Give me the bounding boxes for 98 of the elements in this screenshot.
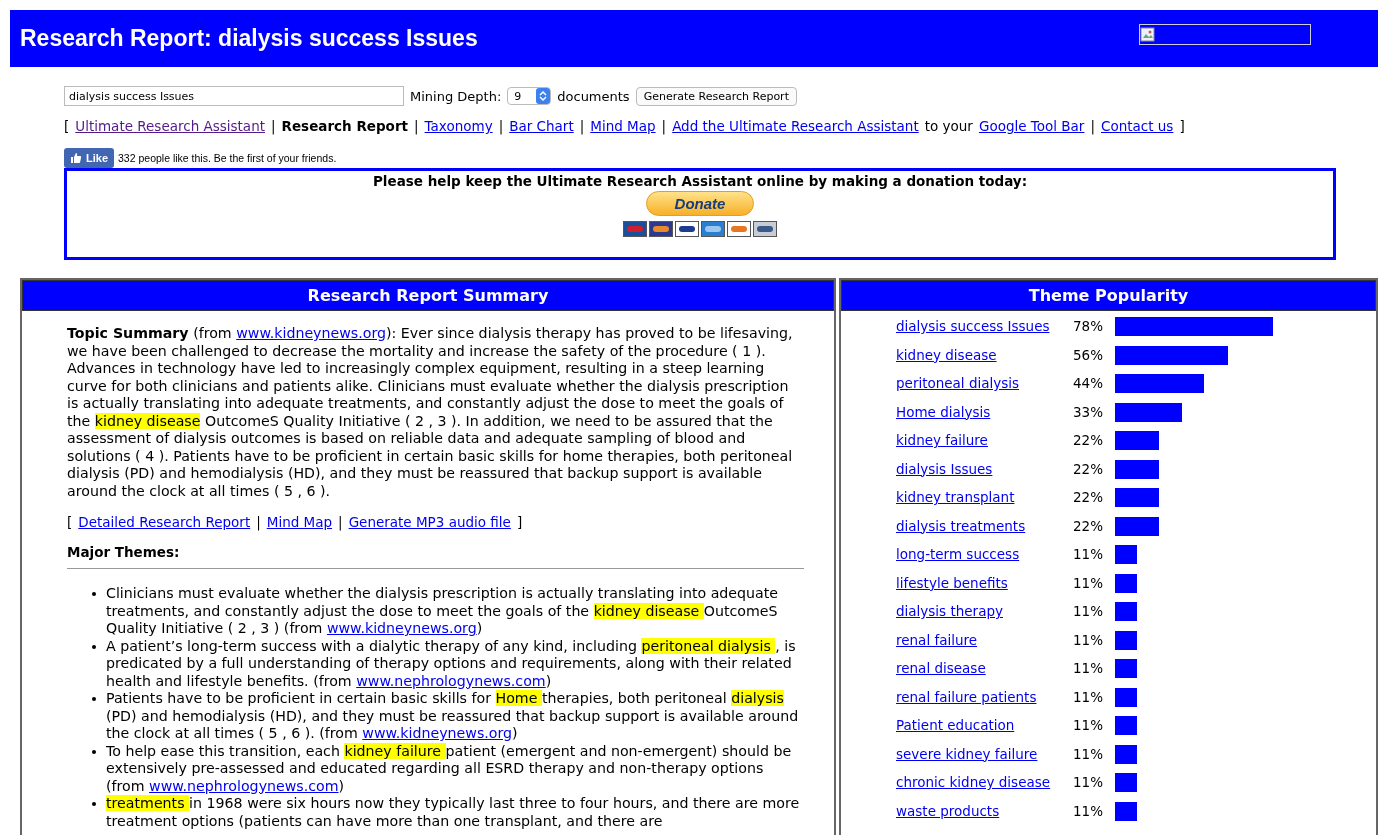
theme-text: Clinicians must evaluate whether the dialysis prescription is actually translating into adequate treatments, and constantly adjust the dose to meet the goals of the kidney disease OutcomeS Quality Initiative ( 2 , 3 ) (from www.kidneynews.org) xyxy=(106,585,780,638)
source-link[interactable]: www.kidneynews.org xyxy=(326,620,477,636)
separator-text: | xyxy=(271,118,276,134)
nav-link[interactable]: Ultimate Research Assistant xyxy=(75,118,265,134)
bullet-icon xyxy=(92,749,96,754)
separator-text: | xyxy=(256,514,261,530)
theme-link[interactable]: waste products xyxy=(896,802,1000,820)
theme-link[interactable]: dialysis success Issues xyxy=(896,318,1050,335)
percent-text: 78% xyxy=(1073,318,1103,334)
nav-link[interactable]: Add the Ultimate Research Assistant xyxy=(672,118,919,134)
thumbs-up-icon xyxy=(70,152,82,164)
nav-link[interactable]: Contact us xyxy=(1101,118,1174,134)
separator-text: | xyxy=(414,118,419,134)
separator-text: | xyxy=(1090,118,1095,134)
field-label: Mining Depth: xyxy=(410,88,502,104)
payment-card-icon xyxy=(701,221,725,237)
payment-card-icon xyxy=(649,221,673,237)
separator-text: [ xyxy=(67,514,73,530)
percent-text: 11% xyxy=(1073,603,1103,619)
theme-link[interactable]: renal failure xyxy=(896,631,978,649)
percent-text: 22% xyxy=(1073,517,1103,534)
separator-text: | xyxy=(661,118,667,134)
donate-button[interactable]: Donate xyxy=(645,191,755,216)
generate-button[interactable]: Generate Research Report xyxy=(635,86,797,106)
bullet-icon xyxy=(92,644,96,649)
donation-message: Please help keep the Ultimate Research Assistant online by making a donation today: xyxy=(372,173,1028,189)
theme-link[interactable]: dialysis therapy xyxy=(896,603,1003,620)
percent-text: 11% xyxy=(1073,717,1103,733)
percent-text: 11% xyxy=(1073,546,1103,562)
nav-link[interactable]: Google Tool Bar xyxy=(978,118,1085,134)
separator-text: ] xyxy=(516,514,523,530)
payment-card-icon xyxy=(753,221,777,237)
source-link[interactable]: www.kidneynews.org xyxy=(362,725,513,741)
stepper-icon xyxy=(536,88,551,104)
percent-text: 11% xyxy=(1073,631,1103,648)
theme-link[interactable]: Patient education xyxy=(896,717,1015,734)
section-heading: Major Themes: xyxy=(67,544,181,560)
separator-text: | xyxy=(498,118,504,134)
report-link[interactable]: Mind Map xyxy=(266,514,333,530)
percent-text: 22% xyxy=(1073,489,1103,505)
nav-text: to your xyxy=(924,118,973,134)
percent-text: 11% xyxy=(1073,802,1103,819)
theme-link[interactable]: renal failure patients xyxy=(896,688,1037,706)
like-button[interactable]: Like xyxy=(64,148,114,168)
theme-link[interactable]: kidney transplant xyxy=(896,489,1015,506)
search-field[interactable]: dialysis success Issues xyxy=(64,86,404,106)
theme-link[interactable]: dialysis Issues xyxy=(896,460,993,478)
theme-link[interactable]: kidney disease xyxy=(896,346,997,364)
like-count-text: 332 people like this. Be the first of your friends. xyxy=(118,152,337,164)
source-link[interactable]: www.nephrologynews.com xyxy=(356,672,546,689)
theme-link[interactable]: peritoneal dialysis xyxy=(896,375,1020,392)
source-link[interactable]: www.nephrologynews.com xyxy=(149,777,339,794)
theme-text: To help ease this transition, each kidney failure patient (emergent and non-emergent) should be extensively pre-assessed and educated regarding all ESRD therapy and non-therapy options (from www.nephrologynews.com) xyxy=(106,742,793,795)
separator-text: [ xyxy=(64,118,70,134)
percent-text: 11% xyxy=(1073,660,1103,676)
bullet-icon xyxy=(92,802,96,806)
percent-text: 11% xyxy=(1073,774,1103,790)
theme-text: treatments in 1968 were six hours now they typically last three to four hours, and there are more treatment options (patients can have more than one transplant, and there are xyxy=(106,795,801,830)
depth-select[interactable]: 9 xyxy=(507,87,552,105)
report-link[interactable]: Detailed Research Report xyxy=(78,514,251,530)
source-link[interactable]: www.kidneynews.org xyxy=(236,325,386,341)
theme-link[interactable]: lifestyle benefits xyxy=(896,574,1008,592)
percent-text: 33% xyxy=(1073,403,1103,420)
percent-text: 56% xyxy=(1073,346,1103,363)
current-page-label: Research Report xyxy=(281,118,408,134)
theme-link[interactable]: long-term success xyxy=(896,546,1020,563)
separator-text: | xyxy=(338,514,343,530)
nav-link[interactable]: Mind Map xyxy=(590,118,656,134)
percent-text: 22% xyxy=(1073,460,1103,477)
percent-text: 22% xyxy=(1073,432,1103,448)
separator-text: | xyxy=(579,118,585,134)
theme-text: Patients have to be proficient in certain basic skills for Home therapies, both peritoneal dialysis (PD) and hemodialysis (HD), and they must be reassured that backup support is available around the clock at all times ( 5 , 6 ). (from www.kidneynews.org) xyxy=(106,690,800,743)
nav-link[interactable]: Taxonomy xyxy=(424,118,493,134)
percent-text: 11% xyxy=(1073,688,1103,705)
bullet-icon xyxy=(92,697,96,701)
percent-text: 11% xyxy=(1073,745,1103,762)
payment-card-icon xyxy=(727,221,751,237)
broken-image-icon xyxy=(1139,24,1311,45)
nav-link[interactable]: Bar Chart xyxy=(509,118,574,134)
theme-link[interactable]: dialysis treatments xyxy=(896,517,1026,535)
bullet-icon xyxy=(92,592,96,596)
theme-link[interactable]: Home dialysis xyxy=(896,403,991,421)
theme-link[interactable]: severe kidney failure xyxy=(896,745,1038,763)
theme-link[interactable]: renal disease xyxy=(896,660,986,677)
payment-card-icon xyxy=(623,221,647,237)
theme-text: A patient’s long-term success with a dialytic therapy of any kind, including peritoneal dialysis , is predicated by a full understanding of therapy options and requirements, along with their related health and lifestyle benefits. (from www.nephrologynews.com) xyxy=(106,637,797,690)
theme-link[interactable]: chronic kidney disease xyxy=(896,774,1051,791)
topic-summary-paragraph: Topic Summary (from www.kidneynews.org): Ever since dialysis therapy has proved to be lifesaving, we have been challenged to decrease the mortality and increase the safety of the procedure ( 1 ). Advances in technology have led to increasingly complex equipment, resulting in a steep learning curve for both clinicians and patients alike. Clinicians must evaluate whether the dialysis prescription is actually translating into adequate treatments, and constantly adjust the dose to meet the goals of the kidney disease OutcomeS Quality Initiative ( 2 , 3 ). In addition, we need to be assured that the assessment of dialysis outcomes is based on reliable data and adequate sampling of blood and solutions ( 4 ). Patients have to be proficient in certain basic skills for home therapies, both peritoneal dialysis (PD) and hemodialysis (HD), and they must be reassured that backup support is available around the clock at all times ( 5 , 6 ). xyxy=(67,325,794,500)
theme-link[interactable]: kidney failure xyxy=(896,432,988,449)
separator-text: ] xyxy=(1179,118,1185,134)
percent-text: 44% xyxy=(1073,375,1103,391)
percent-text: 11% xyxy=(1073,574,1103,591)
field-label: documents xyxy=(557,88,630,104)
page-title: Research Report: dialysis success Issues xyxy=(20,25,478,52)
panel-title: Theme Popularity xyxy=(841,280,1376,311)
payment-card-icon xyxy=(675,221,699,237)
panel-title: Research Report Summary xyxy=(22,280,834,311)
report-link[interactable]: Generate MP3 audio file xyxy=(348,514,511,530)
